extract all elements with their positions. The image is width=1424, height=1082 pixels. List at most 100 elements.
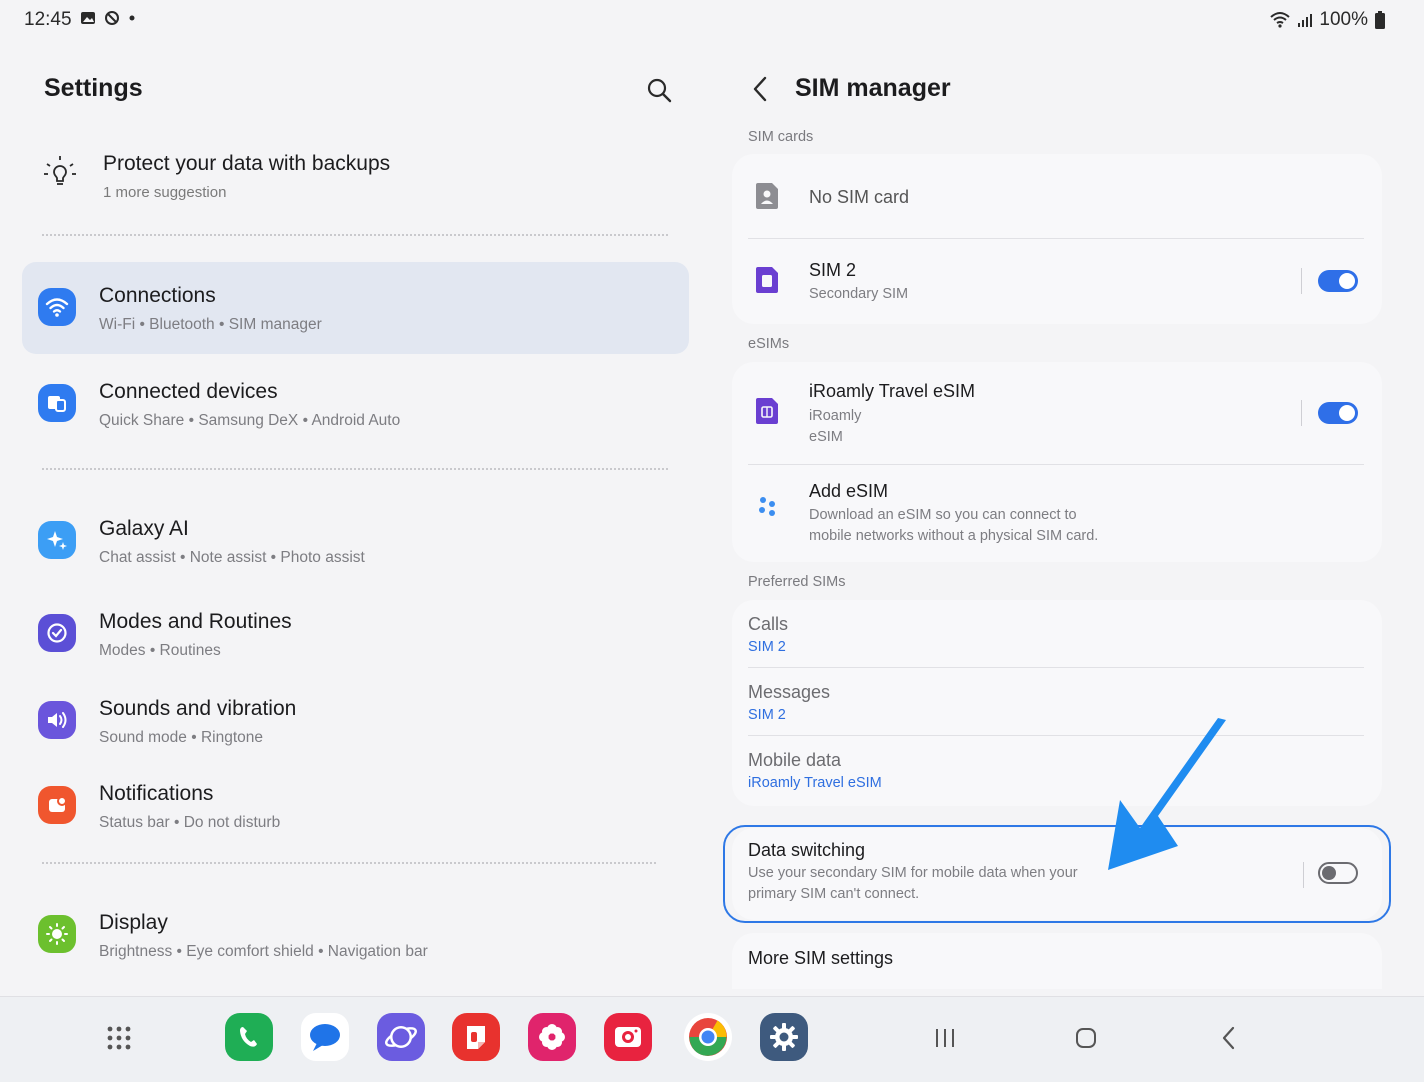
menu-item-subtitle: Brightness • Eye comfort shield • Naviga… [99, 943, 428, 960]
menu-item-modes-routines[interactable]: Modes and Routines Modes • Routines [22, 588, 689, 680]
phone-icon [240, 1027, 257, 1047]
pref-value: SIM 2 [748, 707, 786, 723]
gallery-app-button[interactable] [528, 1013, 576, 1061]
annotation-arrow-icon [1108, 718, 1226, 870]
camera-icon [615, 1027, 641, 1047]
add-esim-row[interactable]: Add eSIM Download an eSIM so you can con… [732, 465, 1382, 562]
divider [42, 468, 668, 470]
pref-title: Calls [748, 614, 789, 634]
toggle-knob [1339, 273, 1355, 289]
more-sim-settings-label: More SIM settings [748, 948, 894, 968]
sim-title: No SIM card [809, 187, 910, 207]
status-bar: 12:45 100% [0, 0, 1424, 40]
menu-item-connections[interactable]: Connections Wi-Fi • Bluetooth • SIM mana… [22, 262, 689, 354]
settings-pane: Settings Protect your data with backups … [0, 40, 712, 996]
divider [42, 862, 656, 864]
menu-item-title: Notifications [99, 782, 214, 805]
sim-row-sim2[interactable]: SIM 2 Secondary SIM [732, 239, 1382, 324]
messages-icon [310, 1024, 340, 1051]
page-title: SIM manager [795, 74, 951, 102]
messages-app-button[interactable] [301, 1013, 349, 1061]
browser-planet-icon [385, 1026, 417, 1048]
app-drawer-button[interactable] [104, 1023, 134, 1053]
pref-title: Mobile data [748, 750, 842, 770]
check-circle-icon [38, 614, 76, 652]
chrome-icon [689, 1018, 727, 1056]
menu-item-title: Connected devices [99, 380, 278, 403]
home-icon [1076, 1028, 1096, 1048]
menu-item-sounds-vibration[interactable]: Sounds and vibration Sound mode • Ringto… [22, 675, 689, 767]
sim-subtitle: Secondary SIM [809, 286, 909, 302]
speaker-icon [38, 701, 76, 739]
back-button[interactable] [748, 74, 774, 104]
menu-item-display[interactable]: Display Brightness • Eye comfort shield … [22, 889, 689, 981]
dot-icon [129, 15, 135, 21]
battery-icon [1375, 11, 1385, 29]
add-esim-title: Add eSIM [809, 481, 889, 501]
menu-item-subtitle: Quick Share • Samsung DeX • Android Auto [99, 412, 401, 429]
nav-back-button[interactable] [1214, 1023, 1244, 1053]
menu-item-connected-devices[interactable]: Connected devices Quick Share • Samsung … [22, 358, 689, 450]
gallery-icon [81, 12, 95, 24]
menu-item-galaxy-ai[interactable]: Galaxy AI Chat assist • Note assist • Ph… [22, 495, 689, 587]
notes-icon [467, 1026, 485, 1049]
preferred-sims-card: Calls SIM 2 Messages SIM 2 Mobile data i… [732, 600, 1382, 806]
divider [42, 234, 668, 236]
preferred-mobile-data-row[interactable]: Mobile data iRoamly Travel eSIM [732, 736, 1382, 806]
preferred-messages-row[interactable]: Messages SIM 2 [732, 668, 1382, 735]
menu-item-title: Modes and Routines [99, 610, 292, 633]
menu-item-subtitle: Status bar • Do not disturb [99, 814, 281, 831]
wifi-icon [38, 288, 76, 326]
divider [1301, 268, 1302, 294]
camera-app-button[interactable] [604, 1013, 652, 1061]
add-esim-dots-icon [759, 497, 775, 516]
esim-row-iroamly[interactable]: iRoamly Travel eSIM iRoamly eSIM [732, 362, 1382, 464]
sim-title: SIM 2 [809, 260, 857, 280]
menu-item-title: Sounds and vibration [99, 697, 297, 720]
iroamly-esim-toggle[interactable] [1318, 402, 1358, 424]
menu-item-subtitle: Sound mode • Ringtone [99, 729, 263, 746]
suggestion-item[interactable]: Protect your data with backups 1 more su… [40, 148, 680, 218]
section-label-sim-cards: SIM cards [748, 129, 814, 145]
search-icon [647, 78, 672, 103]
menu-item-subtitle: Wi-Fi • Bluetooth • SIM manager [99, 316, 322, 333]
back-arrow-icon [753, 76, 767, 102]
esim-type: eSIM [809, 429, 843, 445]
back-icon [1222, 1026, 1235, 1050]
block-icon [105, 11, 119, 25]
sim-row-no-sim[interactable]: No SIM card [732, 154, 1382, 238]
esim-icon [756, 398, 778, 424]
home-button[interactable] [1071, 1023, 1101, 1053]
sim-manager-pane: SIM manager SIM cards No SIM card SIM 2 … [712, 40, 1424, 996]
suggestion-title: Protect your data with backups [103, 152, 391, 175]
sim-card-icon [756, 183, 778, 209]
pref-title: Messages [748, 682, 831, 702]
highlight-frame [723, 825, 1391, 923]
notes-app-button[interactable] [452, 1013, 500, 1061]
section-label-esims: eSIMs [748, 336, 790, 352]
search-button[interactable] [645, 76, 673, 104]
battery-percent: 100% [1319, 9, 1368, 30]
internet-app-button[interactable] [377, 1013, 425, 1061]
wifi-status-icon [1270, 12, 1291, 28]
esims-card: iRoamly Travel eSIM iRoamly eSIM Add eSI… [732, 362, 1382, 562]
menu-item-notifications[interactable]: Notifications Status bar • Do not distur… [22, 760, 689, 852]
phone-app-button[interactable] [225, 1013, 273, 1061]
menu-item-subtitle: Modes • Routines [99, 642, 221, 659]
sparkle-icon [38, 521, 76, 559]
toggle-knob [1339, 405, 1355, 421]
settings-app-button[interactable] [760, 1013, 808, 1061]
recents-button[interactable] [930, 1023, 960, 1053]
esim-title: iRoamly Travel eSIM [809, 381, 976, 401]
menu-item-title: Connections [99, 284, 216, 307]
pref-value: SIM 2 [748, 639, 786, 655]
status-time: 12:45 [24, 9, 72, 30]
menu-item-subtitle: Chat assist • Note assist • Photo assist [99, 549, 365, 566]
recents-icon [936, 1029, 954, 1047]
sim2-toggle[interactable] [1318, 270, 1358, 292]
pref-value: iRoamly Travel eSIM [748, 775, 882, 791]
chrome-app-button[interactable] [684, 1013, 732, 1061]
preferred-calls-row[interactable]: Calls SIM 2 [732, 600, 1382, 667]
more-sim-settings-row[interactable]: More SIM settings [732, 933, 1382, 989]
signal-icon [1298, 14, 1313, 27]
